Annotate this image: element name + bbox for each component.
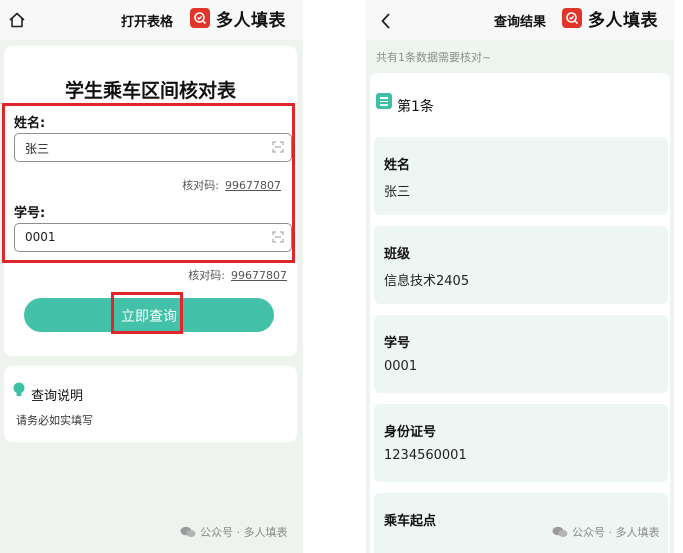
student-id-label: 学号:	[14, 206, 46, 221]
name-input[interactable]: 张三	[14, 133, 292, 162]
item-key: 姓名	[384, 158, 411, 173]
result-summary: 共有1条数据需要核对~	[376, 51, 492, 64]
open-table-link[interactable]: 打开表格	[121, 11, 173, 30]
watermark-text: 公众号 · 多人填表	[572, 526, 660, 539]
scan-icon[interactable]	[272, 231, 284, 243]
brand-logo-icon	[190, 8, 210, 28]
item-key: 班级	[384, 247, 411, 262]
brand: 多人填表	[562, 6, 658, 31]
brand-name: 多人填表	[588, 10, 658, 31]
name-value: 张三	[25, 142, 50, 156]
wechat-icon	[552, 526, 568, 537]
help-card: 查询说明 请务必如实填写	[4, 366, 297, 442]
student-id-input[interactable]: 0001	[14, 223, 292, 252]
verify-label: 核对码:	[188, 269, 225, 282]
item-key: 身份证号	[384, 425, 437, 440]
entry-title: 第1条	[397, 99, 434, 115]
result-item-id-card: 身份证号 1234560001	[374, 404, 668, 482]
result-item-class: 班级 信息技术2405	[374, 226, 668, 304]
help-text: 请务必如实填写	[16, 414, 93, 427]
verify-code[interactable]: 99677807	[231, 269, 287, 282]
item-value: 1234560001	[384, 448, 467, 463]
wechat-icon	[180, 526, 196, 537]
watermark: 公众号 · 多人填表	[180, 524, 288, 540]
item-key: 乘车起点	[384, 514, 437, 529]
result-item-boarding-start: 乘车起点	[374, 493, 668, 553]
help-title: 查询说明	[31, 389, 84, 404]
name-label: 姓名:	[14, 116, 46, 131]
top-bar: 打开表格 多人填表	[0, 0, 303, 40]
form-screen: 打开表格 多人填表 学生乘车区间核对表 姓名: 张三 核对码: 99677807 …	[0, 0, 303, 553]
verify-code[interactable]: 99677807	[225, 179, 281, 192]
item-value: 0001	[384, 359, 418, 374]
name-verify: 核对码: 99677807	[182, 177, 281, 193]
item-key: 学号	[384, 336, 411, 351]
home-icon[interactable]	[8, 11, 26, 29]
query-button[interactable]: 立即查询	[24, 298, 274, 332]
brand-name: 多人填表	[216, 10, 286, 31]
top-bar: 查询结果 多人填表	[366, 0, 674, 40]
result-screen: 查询结果 多人填表 共有1条数据需要核对~ 第1条 姓名 张三 班级 信息技术2…	[366, 0, 674, 553]
result-item-student-id: 学号 0001	[374, 315, 668, 393]
item-value: 信息技术2405	[384, 274, 470, 289]
brand-logo-icon	[562, 8, 582, 28]
list-icon	[376, 93, 392, 109]
back-icon[interactable]	[380, 12, 392, 30]
result-item-name: 姓名 张三	[374, 137, 668, 215]
bulb-icon	[13, 382, 25, 396]
scan-icon[interactable]	[272, 141, 284, 153]
query-button-label: 立即查询	[121, 309, 177, 325]
form-title: 学生乘车区间核对表	[64, 80, 236, 102]
student-id-value: 0001	[25, 230, 56, 244]
result-card: 第1条 姓名 张三 班级 信息技术2405 学号 0001 身份证号 12345…	[370, 73, 670, 553]
item-value: 张三	[384, 185, 411, 200]
watermark-text: 公众号 · 多人填表	[200, 526, 288, 539]
brand: 多人填表	[190, 6, 286, 31]
watermark: 公众号 · 多人填表	[552, 524, 660, 540]
student-id-verify: 核对码: 99677807	[188, 267, 287, 283]
verify-label: 核对码:	[182, 179, 219, 192]
page-title: 查询结果	[494, 15, 547, 30]
